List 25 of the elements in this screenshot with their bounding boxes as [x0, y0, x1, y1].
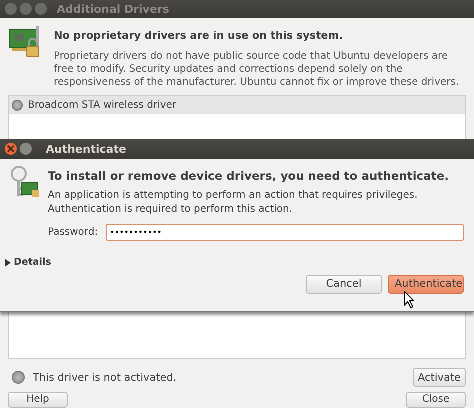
dialog-message: An application is attempting to perform an action that requires privileges. Authentication is required to perform this action. — [48, 189, 419, 217]
activate-button[interactable]: Activate — [412, 368, 466, 387]
info-heading: No proprietary drivers are in use on this system. — [54, 30, 344, 42]
window-title: Additional Drivers — [57, 2, 170, 16]
minimize-button[interactable] — [20, 143, 32, 155]
dialog-button[interactable]: Help — [8, 392, 68, 408]
dialog-button[interactable]: Close — [406, 392, 466, 408]
info-text: Proprietary drivers do not have public source code that Ubuntu developers are free to modify. Security updates and corrections depend solely on the responsiveness of the manufacturer. Ubuntu cannot fix or improve these drivers. — [54, 50, 460, 89]
dialog-button[interactable]: Authenticate — [388, 274, 464, 294]
password-label: Password: — [48, 227, 98, 238]
maximize-button[interactable] — [35, 3, 47, 15]
expander-arrow-icon — [5, 258, 11, 266]
close-button[interactable] — [5, 3, 17, 15]
dialog-button[interactable]: Cancel — [306, 274, 382, 294]
dialog-heading: To install or remove device drivers, you need to authenticate. — [48, 169, 450, 183]
driver-item[interactable]: Broadcom STA wireless driver — [9, 96, 465, 114]
radio-icon — [12, 100, 23, 110]
mouse-pointer-icon — [404, 291, 416, 309]
close-button[interactable] — [5, 143, 17, 155]
minimize-button[interactable] — [20, 3, 32, 15]
password-field[interactable]: ••••••••••• — [106, 224, 464, 241]
status-text: This driver is not activated. — [33, 372, 178, 384]
dialog-title: Authenticate — [46, 142, 126, 156]
status-indicator-icon — [12, 371, 25, 384]
details-expander[interactable]: Details — [5, 257, 52, 268]
